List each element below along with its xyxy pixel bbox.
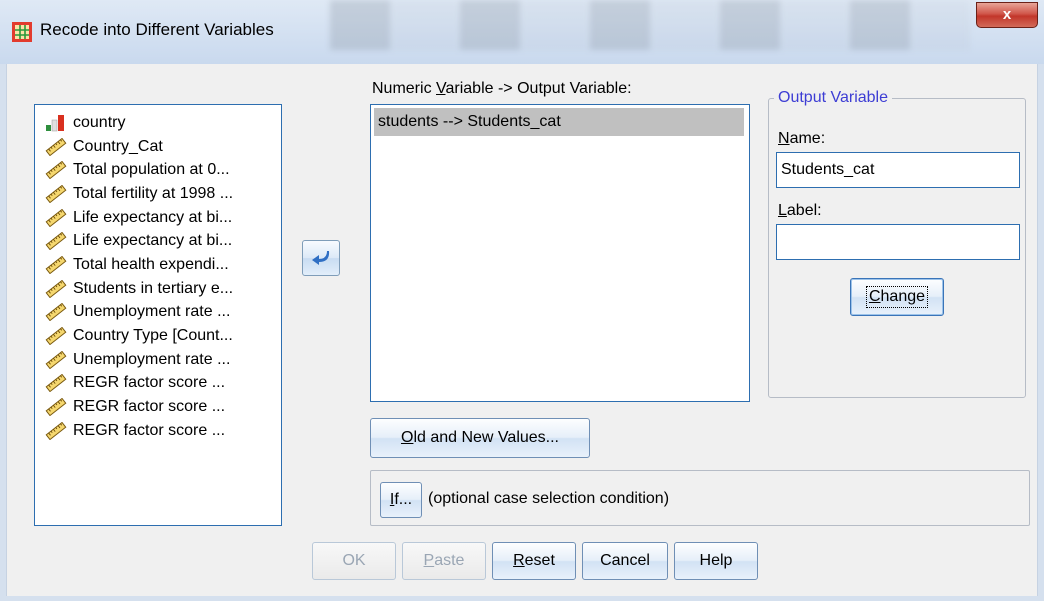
if-rest: f... [394,491,413,508]
ruler-scale-icon [45,232,67,251]
nominal-bar-icon [45,114,67,132]
label-label-rest: abel: [786,202,822,219]
source-variable-item[interactable]: Unemployment rate ... [35,348,281,372]
source-variable-item[interactable]: REGR factor score ... [35,419,281,443]
change-rest: hange [880,288,926,305]
source-variable-item[interactable]: Country_Cat [35,135,281,159]
reset-button[interactable]: Reset [492,542,576,580]
ruler-scale-icon [45,350,67,369]
mapping-list[interactable]: students --> Students_cat [370,104,750,402]
paste-button[interactable]: Paste [402,542,486,580]
source-variable-item[interactable]: Total health expendi... [35,253,281,277]
source-variable-label: Unemployment rate ... [73,303,231,321]
ruler-scale-icon [45,279,67,298]
change-button[interactable]: Change [850,278,944,316]
source-variable-item[interactable]: Students in tertiary e... [35,277,281,301]
source-variable-label: Students in tertiary e... [73,279,234,297]
move-variable-button[interactable] [302,240,340,276]
source-variable-label: Life expectancy at bi... [73,208,233,226]
source-variable-item[interactable]: country [35,111,281,135]
source-variable-label: Total fertility at 1998 ... [73,184,234,202]
source-variable-item[interactable]: Total fertility at 1998 ... [35,182,281,206]
mapping-list-label: Numeric Variable -> Output Variable: [372,80,632,98]
name-label: Name: [778,130,825,148]
source-variable-label: Country Type [Count... [73,327,233,345]
ruler-scale-icon [45,184,67,204]
mapping-label-accel: V [436,80,446,97]
source-variable-list[interactable]: country Country_Cat Total population at 0.… [34,104,282,526]
old-new-accel: O [400,429,414,446]
if-description: (optional case selection condition) [428,490,670,507]
paste-accel: P [423,552,435,569]
change-accel: C [868,288,881,305]
ruler-scale-icon [45,255,67,275]
ruler-scale-icon [45,326,67,346]
close-button[interactable]: x [976,2,1038,28]
paste-rest: aste [434,552,465,569]
source-variable-label: Unemployment rate ... [73,350,231,368]
background-window-blur [330,0,970,50]
mapping-list-item[interactable]: students --> Students_cat [374,108,744,136]
window-frame-right [1037,64,1044,601]
mapping-label-text: Numeric [372,80,437,97]
old-new-rest: ld and New Values... [413,429,559,446]
source-variable-label: REGR factor score ... [73,398,226,416]
ruler-scale-icon [45,397,67,417]
spss-dialog-icon [12,22,32,42]
output-variable-legend: Output Variable [774,89,892,107]
help-button[interactable]: Help [674,542,758,580]
source-variable-item[interactable]: Unemployment rate ... [35,301,281,325]
cancel-button[interactable]: Cancel [582,542,668,580]
name-input[interactable]: Students_cat [776,152,1020,188]
ruler-scale-icon [45,160,67,180]
ok-button[interactable]: OK [312,542,396,580]
source-variable-label: REGR factor score ... [73,374,226,392]
label-label: Label: [778,202,822,220]
source-variable-label: Total population at 0... [73,161,230,179]
label-label-accel: L [778,202,787,219]
source-variable-item[interactable]: REGR factor score ... [35,395,281,419]
ruler-scale-icon [45,208,67,227]
label-input[interactable] [776,224,1020,260]
source-variable-item[interactable]: Life expectancy at bi... [35,229,281,253]
source-variable-label: country [73,113,126,131]
source-variable-item[interactable]: REGR factor score ... [35,372,281,396]
mapping-label-text-rest: ariable -> Output Variable: [445,80,632,97]
ruler-scale-icon [45,374,67,393]
reset-rest: eset [524,552,555,569]
source-variable-label: Life expectancy at bi... [73,232,233,250]
ruler-scale-icon [45,303,67,322]
source-variable-label: REGR factor score ... [73,421,226,439]
name-label-accel: N [778,130,790,147]
ruler-scale-icon [45,421,67,441]
source-variable-label: Country_Cat [73,137,163,155]
window-title: Recode into Different Variables [40,20,274,39]
window-frame-bottom [0,596,1044,601]
close-icon: x [1002,6,1012,23]
source-variable-item[interactable]: Country Type [Count... [35,324,281,348]
old-and-new-values-button[interactable]: Old and New Values... [370,418,590,458]
change-button-label: Change [865,286,929,308]
source-variable-label: Total health expendi... [73,255,229,273]
arrow-left-icon [312,251,330,265]
source-variable-item[interactable]: Total population at 0... [35,158,281,182]
title-bar: Recode into Different Variables x [0,0,1044,64]
source-variable-item[interactable]: Life expectancy at bi... [35,206,281,230]
reset-accel: R [513,552,525,569]
if-button[interactable]: If... [380,482,422,518]
name-label-rest: ame: [789,130,826,147]
ruler-scale-icon [45,137,67,156]
